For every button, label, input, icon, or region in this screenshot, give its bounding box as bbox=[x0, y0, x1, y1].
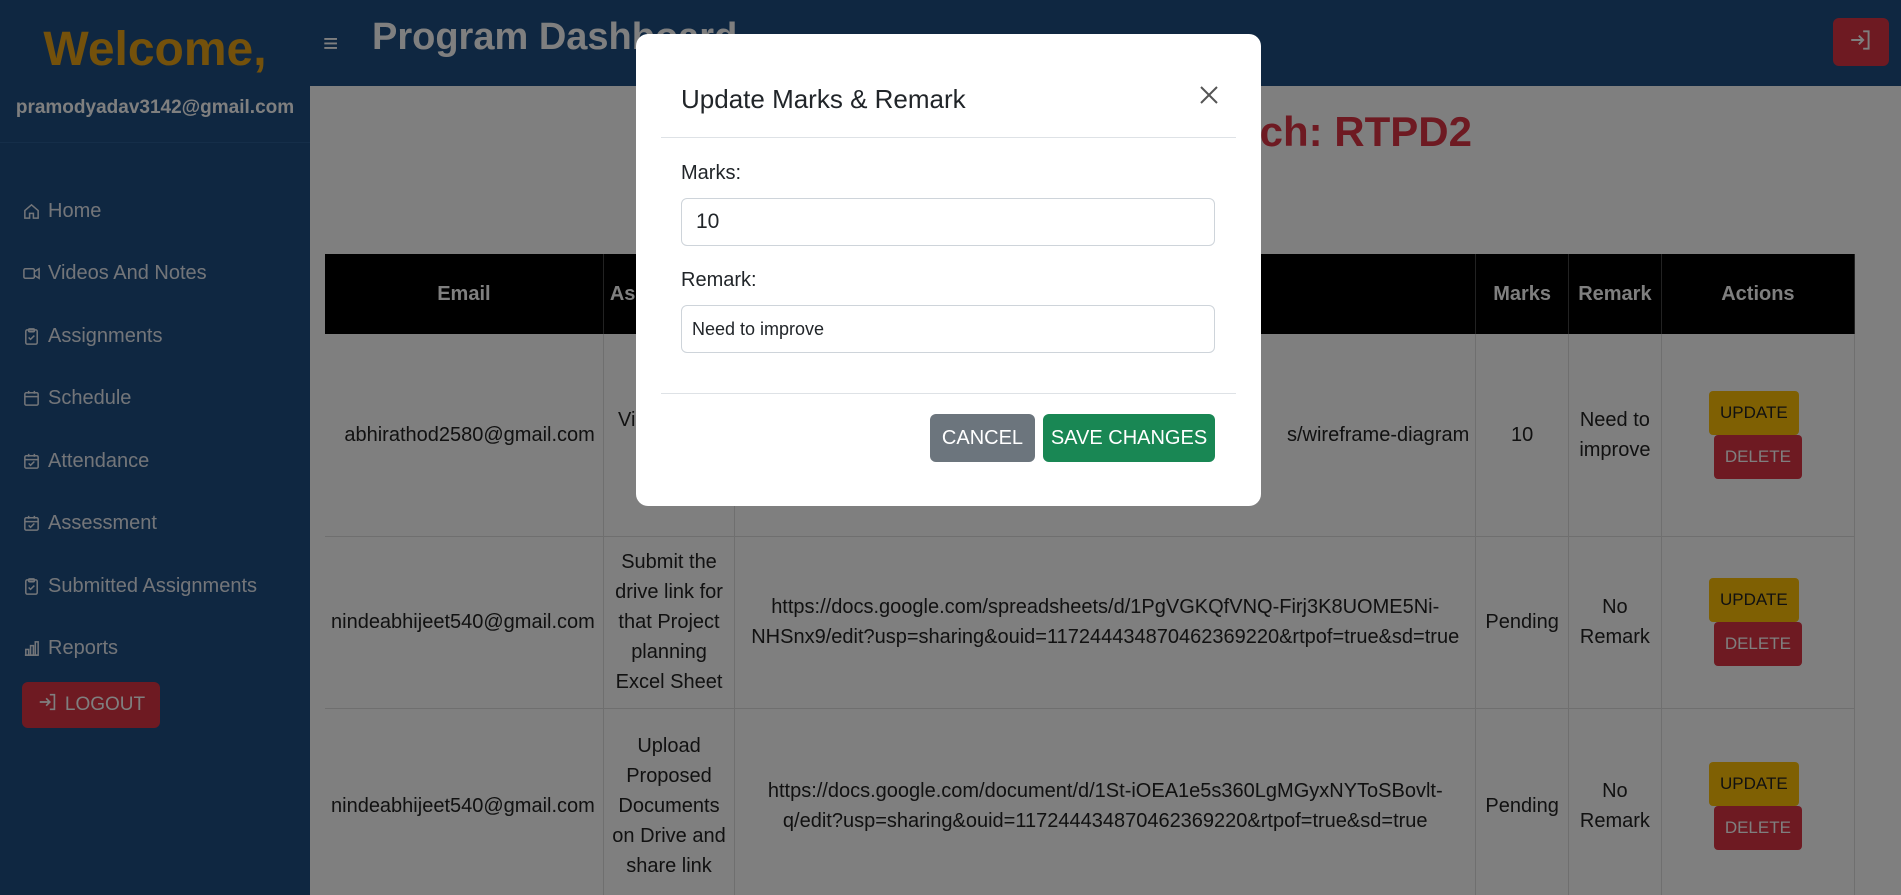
remark-label: Remark: bbox=[681, 269, 757, 291]
update-marks-modal: Update Marks & Remark Marks: Remark: CAN… bbox=[636, 34, 1261, 506]
close-icon[interactable] bbox=[1192, 78, 1226, 112]
remark-input[interactable] bbox=[681, 305, 1215, 353]
modal-header-divider bbox=[661, 137, 1236, 138]
save-changes-button[interactable]: SAVE CHANGES bbox=[1043, 414, 1215, 462]
modal-footer-divider bbox=[661, 393, 1236, 394]
app-root: Welcome, pramodyadav3142@gmail.com Home … bbox=[0, 0, 1901, 895]
marks-label: Marks: bbox=[681, 162, 741, 184]
marks-input[interactable] bbox=[681, 198, 1215, 246]
cancel-button[interactable]: CANCEL bbox=[930, 414, 1035, 462]
modal-title: Update Marks & Remark bbox=[681, 84, 966, 114]
